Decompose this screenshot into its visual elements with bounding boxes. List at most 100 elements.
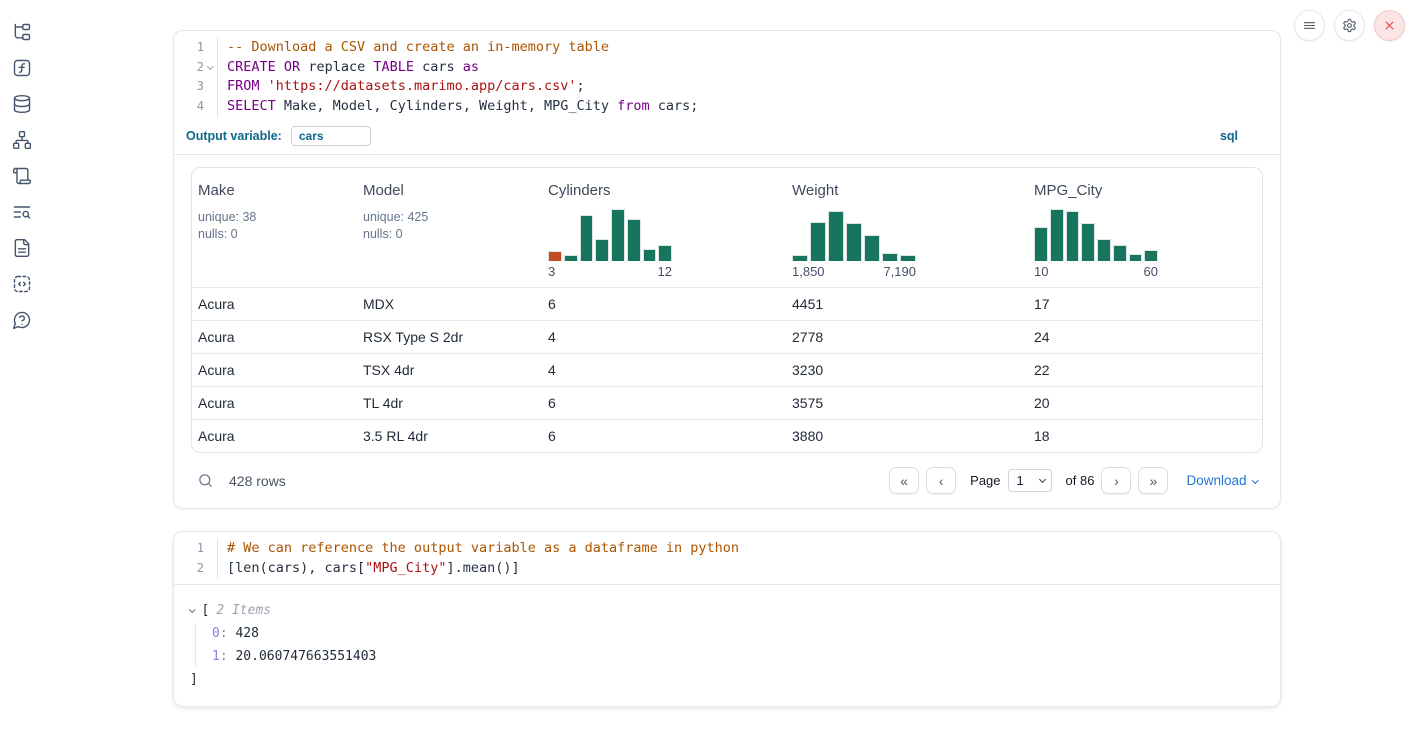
histogram-bar[interactable]: [864, 235, 880, 261]
code-line[interactable]: 1-- Download a CSV and create an in-memo…: [174, 38, 1280, 58]
histogram-bar[interactable]: [846, 223, 862, 260]
tree-entry: 0: 428: [212, 623, 1264, 646]
histogram-bar[interactable]: [882, 253, 898, 261]
function-icon[interactable]: [12, 58, 32, 78]
tree-body: 0: 4281: 20.060747663551403: [195, 623, 1264, 668]
column-header-mpg_city[interactable]: MPG_City1060: [1028, 182, 1262, 279]
log-search-icon[interactable]: [12, 202, 32, 222]
histogram-bar[interactable]: [1097, 239, 1111, 261]
scroll-icon[interactable]: [12, 166, 32, 186]
python-cell: 1# We can reference the output variable …: [173, 531, 1281, 707]
page-select[interactable]: 1: [1008, 469, 1052, 492]
line-number: 2: [174, 559, 218, 579]
notebook-main: 1-- Download a CSV and create an in-memo…: [173, 30, 1281, 707]
close-button[interactable]: [1374, 10, 1405, 41]
close-bracket: ]: [190, 669, 1264, 690]
histogram-bar[interactable]: [564, 255, 578, 261]
settings-button[interactable]: [1334, 10, 1365, 41]
histogram-bar[interactable]: [1129, 254, 1143, 261]
code-line[interactable]: 2CREATE OR replace TABLE cars as: [174, 58, 1280, 78]
python-code-editor[interactable]: 1# We can reference the output variable …: [174, 532, 1280, 585]
column-title: Make: [198, 182, 357, 199]
top-controls: [1294, 10, 1405, 41]
histogram-cylinders[interactable]: [548, 209, 672, 261]
column-header-make[interactable]: Make unique: 38nulls: 0: [192, 182, 357, 279]
histogram-bar[interactable]: [611, 209, 625, 261]
histogram-bar[interactable]: [810, 222, 826, 261]
table-row[interactable]: Acura3.5 RL 4dr6388018: [192, 419, 1262, 452]
table-footer: 428 rows « ‹ Page 1 of 86 › » Download: [191, 462, 1263, 500]
table-row[interactable]: AcuraTL 4dr6357520: [192, 386, 1262, 419]
column-header-weight[interactable]: Weight1,8507,190: [786, 182, 1028, 279]
first-page-button[interactable]: «: [889, 467, 919, 494]
line-number: 1: [174, 539, 218, 559]
code-line[interactable]: 3FROM 'https://datasets.marimo.app/cars.…: [174, 77, 1280, 97]
histogram-bar[interactable]: [580, 215, 594, 261]
histogram-weight[interactable]: [792, 209, 916, 261]
document-icon[interactable]: [12, 238, 32, 258]
histogram-axis: 1,8507,190: [792, 264, 916, 279]
column-header-cylinders[interactable]: Cylinders312: [542, 182, 786, 279]
table-header: Make unique: 38nulls: 0Modelunique: 425nu…: [192, 168, 1262, 287]
histogram-bar[interactable]: [1066, 211, 1080, 260]
table-cell: RSX Type S 2dr: [357, 329, 542, 345]
table-cell: 3575: [786, 395, 1028, 411]
python-output-tree: [ 2 Items 0: 4281: 20.060747663551403 ]: [174, 585, 1280, 706]
histogram-mpg_city[interactable]: [1034, 209, 1158, 261]
histogram-bar[interactable]: [595, 239, 609, 261]
column-stats: unique: 38nulls: 0: [198, 209, 357, 243]
prev-page-button[interactable]: ‹: [926, 467, 956, 494]
chevron-down-icon: [189, 607, 195, 613]
table-row[interactable]: AcuraMDX6445117: [192, 287, 1262, 320]
histogram-bar[interactable]: [1050, 209, 1064, 261]
fold-chevron-icon[interactable]: [204, 58, 217, 78]
download-button[interactable]: Download: [1186, 473, 1257, 488]
database-icon[interactable]: [12, 94, 32, 114]
code-line[interactable]: 1# We can reference the output variable …: [174, 539, 1280, 559]
table-cell: 6: [542, 428, 786, 444]
output-variable-input[interactable]: [291, 126, 371, 146]
help-icon[interactable]: [12, 310, 32, 330]
chevron-down-icon: [1252, 477, 1258, 483]
column-title: Model: [363, 182, 542, 199]
pagination: « ‹ Page 1 of 86 › »: [889, 467, 1168, 494]
row-count: 428 rows: [229, 473, 286, 489]
histogram-bar[interactable]: [792, 255, 808, 261]
histogram-bar[interactable]: [658, 245, 672, 261]
histogram-bar[interactable]: [1034, 227, 1048, 261]
data-table: Make unique: 38nulls: 0Modelunique: 425nu…: [191, 167, 1263, 453]
table-cell: 4: [542, 329, 786, 345]
table-cell: 18: [1028, 428, 1262, 444]
next-page-button[interactable]: ›: [1101, 467, 1131, 494]
tree-root[interactable]: [ 2 Items: [190, 600, 1264, 621]
table-cell: 6: [542, 395, 786, 411]
histogram-bar[interactable]: [627, 219, 641, 261]
histogram-axis: 312: [548, 264, 672, 279]
dependency-graph-icon[interactable]: [12, 130, 32, 150]
histogram-bar[interactable]: [548, 251, 562, 260]
last-page-button[interactable]: »: [1138, 467, 1168, 494]
histogram-bar[interactable]: [1144, 250, 1158, 260]
snippets-icon[interactable]: [12, 274, 32, 294]
table-row[interactable]: AcuraRSX Type S 2dr4277824: [192, 320, 1262, 353]
histogram-bar[interactable]: [828, 211, 844, 260]
open-bracket: [: [202, 600, 210, 621]
search-icon[interactable]: [197, 472, 214, 489]
histogram-bar[interactable]: [1081, 223, 1095, 260]
tree-entry: 1: 20.060747663551403: [212, 646, 1264, 669]
table-row[interactable]: AcuraTSX 4dr4323022: [192, 353, 1262, 386]
left-sidebar: [0, 0, 44, 330]
histogram-bar[interactable]: [643, 249, 657, 260]
table-body: AcuraMDX6445117AcuraRSX Type S 2dr427782…: [192, 287, 1262, 452]
code-line[interactable]: 2[len(cars), cars["MPG_City"].mean()]: [174, 559, 1280, 579]
line-number: 2: [174, 58, 218, 78]
sql-code-editor[interactable]: 1-- Download a CSV and create an in-memo…: [174, 31, 1280, 123]
file-tree-icon[interactable]: [12, 22, 32, 42]
histogram-bar[interactable]: [1113, 245, 1127, 261]
code-line[interactable]: 4SELECT Make, Model, Cylinders, Weight, …: [174, 97, 1280, 117]
column-header-model[interactable]: Modelunique: 425nulls: 0: [357, 182, 542, 279]
table-cell: Acura: [192, 296, 357, 312]
menu-button[interactable]: [1294, 10, 1325, 41]
page-total: of 86: [1066, 473, 1095, 488]
histogram-bar[interactable]: [900, 255, 916, 261]
